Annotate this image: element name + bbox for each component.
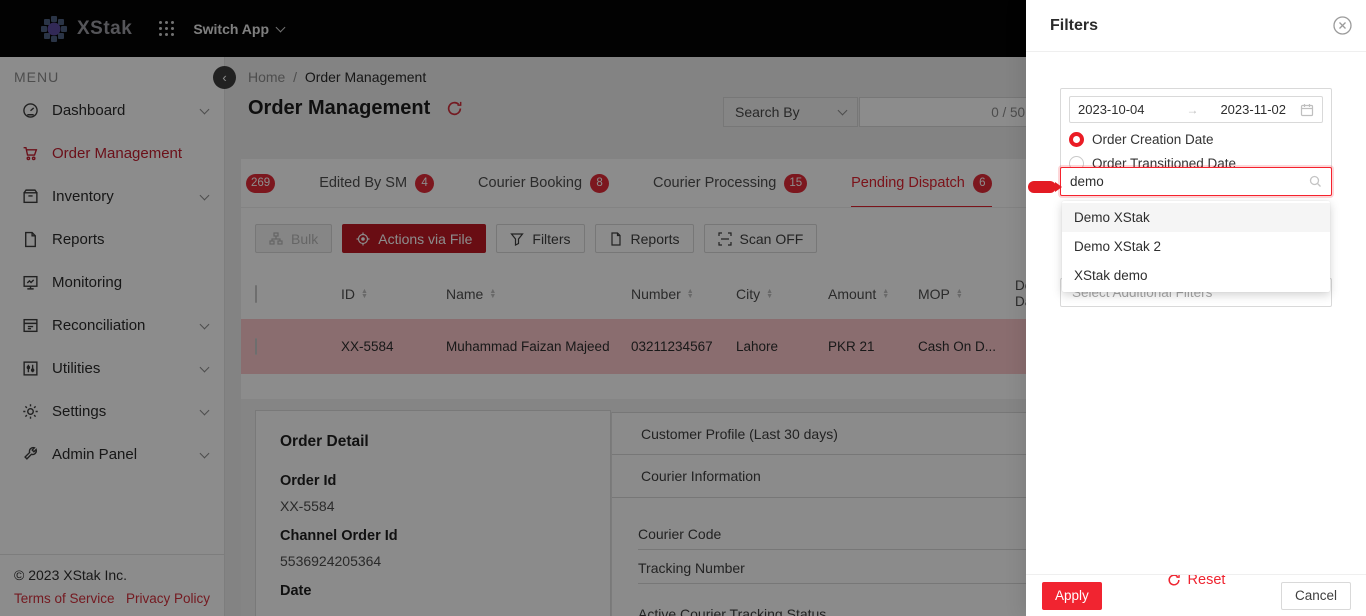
filters-title: Filters (1050, 16, 1099, 34)
radio-selected-icon (1069, 132, 1084, 147)
dropdown-option-demo-xstak-2[interactable]: Demo XStak 2 (1062, 232, 1330, 261)
radio-order-creation-date[interactable]: Order Creation Date (1069, 132, 1323, 147)
close-icon[interactable] (1332, 15, 1353, 36)
date-from[interactable]: 2023-10-04 (1078, 102, 1186, 117)
app-window: XStak Switch App MENU Dashboard Order Ma… (0, 0, 1366, 616)
apply-button[interactable]: Apply (1042, 581, 1102, 610)
dropdown-option-xstak-demo[interactable]: XStak demo (1062, 261, 1330, 290)
cancel-button[interactable]: Cancel (1280, 581, 1351, 610)
dropdown-option-demo-xstak[interactable]: Demo XStak (1062, 203, 1330, 232)
drawer-footer: Apply Cancel (1026, 574, 1366, 616)
search-icon (1309, 175, 1322, 188)
store-filter-value[interactable] (1070, 174, 1309, 189)
calendar-icon (1300, 103, 1314, 117)
store-dropdown: Demo XStak Demo XStak 2 XStak demo (1062, 201, 1330, 292)
date-to[interactable]: 2023-11-02 (1220, 102, 1286, 117)
date-range-arrow: → (1186, 102, 1199, 117)
annotation-arrow (1028, 181, 1062, 193)
date-range-picker[interactable]: 2023-10-04 → 2023-11-02 (1069, 96, 1323, 123)
store-filter-input[interactable] (1060, 167, 1332, 196)
filters-drawer: Filters 2023-10-04 → 2023-11-02 Order Cr… (1026, 0, 1366, 616)
radio-label: Order Creation Date (1092, 132, 1214, 147)
